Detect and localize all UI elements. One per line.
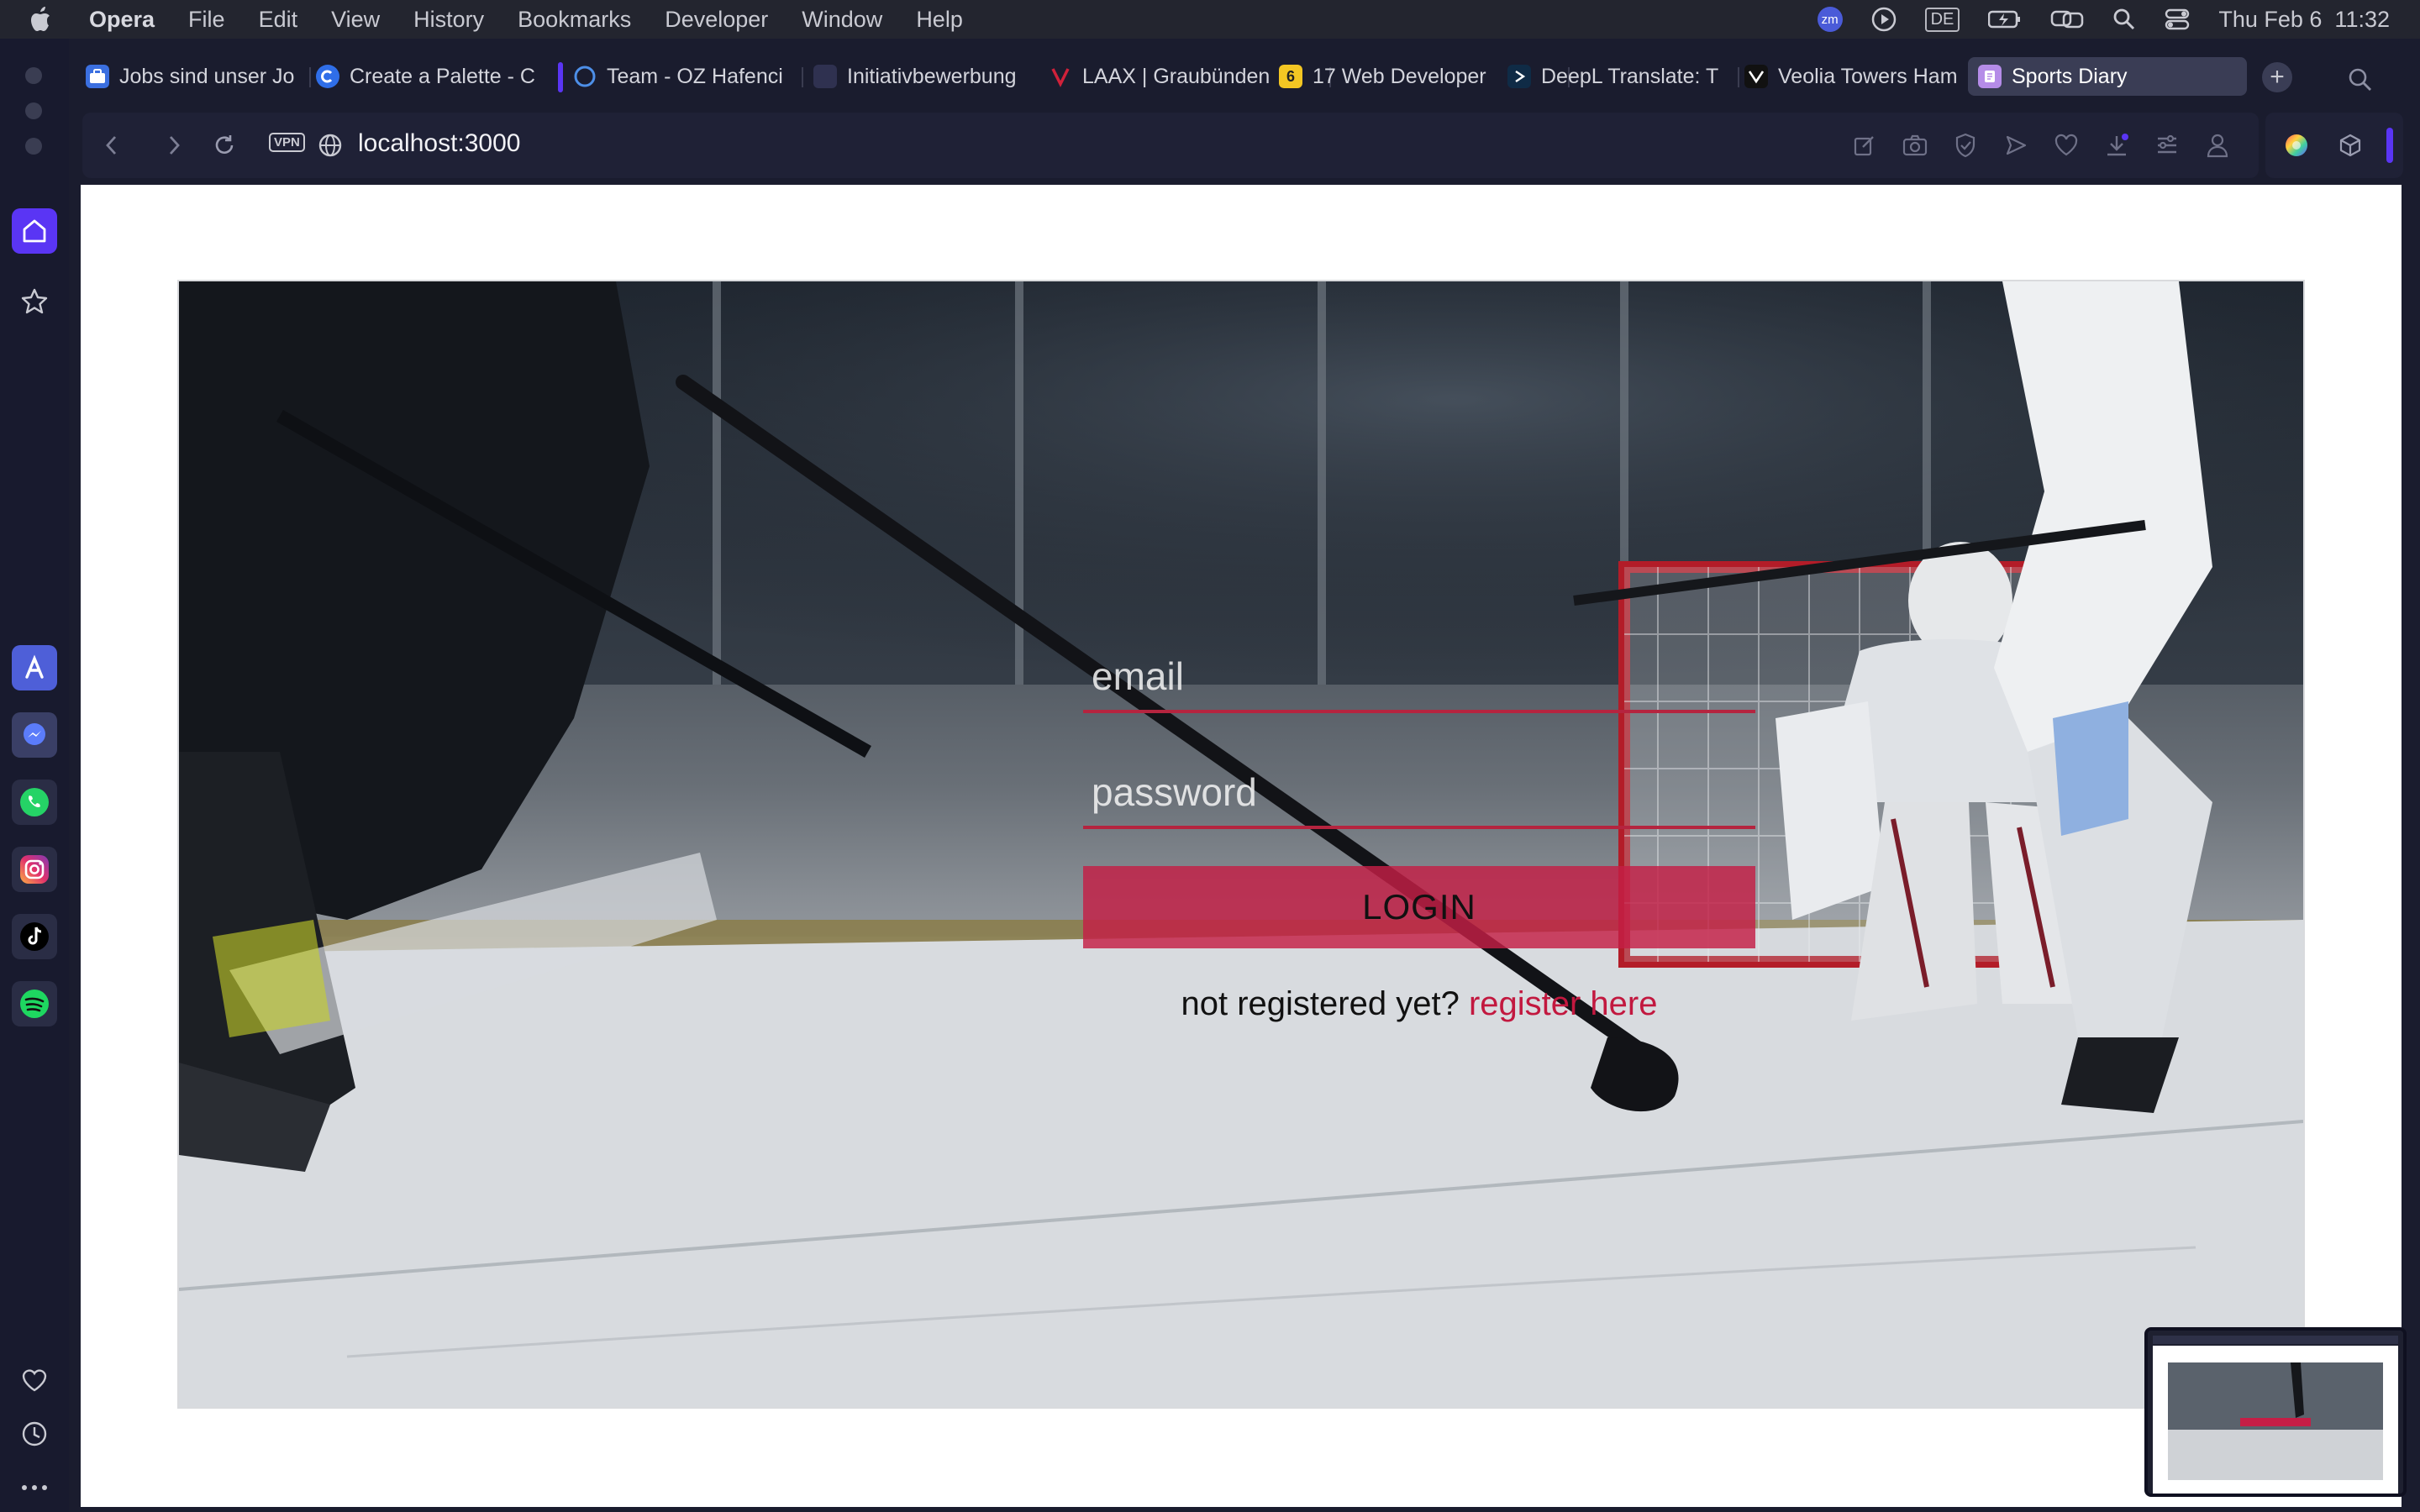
color-picker-extension-icon[interactable] [2282,131,2311,160]
spotlight-search-icon[interactable] [2112,8,2136,31]
tab-separator [802,67,803,87]
extensions-cube-icon[interactable] [2336,131,2365,160]
tab-bar: Jobs sind unser Jo Create a Palette - C … [69,50,2420,104]
opera-sidebar [0,39,69,1512]
battery-icon[interactable] [1988,9,2022,29]
menu-bar: Opera File Edit View History Bookmarks D… [0,0,2420,39]
menu-bookmarks[interactable]: Bookmarks [518,7,631,33]
tab-label: Initiativbewerbung [847,64,1017,88]
messenger-icon[interactable] [12,712,57,758]
register-prompt-text: not registered yet? [1181,985,1460,1022]
tab-sports-diary[interactable]: Sports Diary [1968,57,2247,96]
tab-17-web-developer[interactable]: 6 17 Web Developer [1279,57,1497,96]
new-tab-plus-icon[interactable]: + [2262,62,2292,92]
keyboard-layout-badge[interactable]: DE [1924,7,1960,32]
menu-file[interactable]: File [188,7,225,33]
easy-setup-icon[interactable] [2153,131,2181,160]
document-favicon-icon [813,65,837,88]
spotify-icon[interactable] [12,981,57,1026]
tab-label: Veolia Towers Ham [1778,64,1958,88]
login-form: LOGIN not registered yet? register here [1083,634,1755,1023]
veolia-favicon-icon [1744,65,1768,88]
heart-icon[interactable] [12,1357,57,1403]
url-field[interactable]: localhost:3000 [358,129,520,158]
bookmarks-star-icon[interactable] [12,279,57,324]
tab-label: Create a Palette - C [350,64,535,88]
coolors-favicon-icon [316,65,339,88]
tab-separator [1738,67,1739,87]
sidebar-toggle-indicator[interactable] [2386,128,2393,163]
page-viewport: LOGIN not registered yet? register here [81,185,2402,1507]
email-input[interactable] [1083,653,1749,700]
menu-window[interactable]: Window [802,7,882,33]
downloads-icon[interactable] [2102,131,2131,160]
window-zoom-button[interactable] [25,138,42,155]
tab-jobs[interactable]: Jobs sind unser Jo [86,57,321,96]
tab-label: DeepL Translate: T [1541,64,1719,88]
hockey-hero-image: LOGIN not registered yet? register here [177,280,2305,1409]
tab-team-oz[interactable]: Team - OZ Hafenci [573,57,797,96]
ring-favicon-icon [573,65,597,88]
whatsapp-icon[interactable] [12,780,57,825]
tab-group-indicator [558,62,563,92]
menu-view[interactable]: View [331,7,380,33]
favorite-heart-icon[interactable] [2052,131,2081,160]
menu-app-name[interactable]: Opera [89,7,155,33]
password-input[interactable] [1083,769,1749,816]
tab-search-icon[interactable] [2348,67,2373,97]
screen-mirroring-icon[interactable] [2050,8,2084,30]
more-options-icon[interactable] [12,1465,57,1510]
zoom-status-icon[interactable]: zm [1817,7,1843,32]
register-prompt-line: not registered yet? register here [1083,985,1755,1023]
play-icon[interactable] [1871,7,1897,32]
globe-icon[interactable] [314,129,346,161]
deepl-favicon-icon [1507,65,1531,88]
briefcase-favicon-icon [86,65,109,88]
window-close-button[interactable] [25,67,42,84]
diary-favicon-icon [1978,65,2002,88]
apple-icon[interactable] [30,6,64,33]
ad-blocker-shield-icon[interactable] [1951,131,1980,160]
address-bar: VPN localhost:3000 [82,113,2259,178]
menu-help[interactable]: Help [916,7,963,33]
menu-edit[interactable]: Edit [259,7,298,33]
edit-page-icon[interactable] [1850,131,1879,160]
register-link[interactable]: register here [1469,985,1658,1022]
tab-separator [309,67,311,87]
forward-arrow-icon[interactable] [158,129,190,161]
tiktok-icon[interactable] [12,914,57,959]
tab-preview-thumbnail[interactable] [2144,1327,2407,1497]
tab-label: LAAX | Graubünden [1082,64,1270,88]
page-preview-image [2148,1331,2403,1494]
history-clock-icon[interactable] [12,1411,57,1457]
tab-label: 17 Web Developer [1313,64,1486,88]
laax-favicon-icon [1049,65,1072,88]
reload-icon[interactable] [208,129,240,161]
tab-veolia[interactable]: Veolia Towers Ham [1744,57,1960,96]
send-arrow-icon[interactable] [2002,131,2030,160]
clock-datetime[interactable]: Thu Feb 6 11:32 [2218,7,2390,33]
window-minimize-button[interactable] [25,102,42,119]
status-area: zm DE Thu Feb 6 11:32 [1817,0,2390,39]
login-button[interactable]: LOGIN [1083,866,1755,948]
profile-icon[interactable] [2203,131,2232,160]
password-field-wrapper [1083,750,1755,829]
menu-history[interactable]: History [413,7,484,33]
tab-create-palette[interactable]: Create a Palette - C [316,57,541,96]
vpn-badge[interactable]: VPN [269,133,305,152]
extensions-area [2265,113,2403,178]
home-icon[interactable] [12,208,57,254]
menu-developer[interactable]: Developer [665,7,768,33]
aria-app-icon[interactable] [12,645,57,690]
tab-label: Jobs sind unser Jo [119,64,295,88]
email-field-wrapper [1083,634,1755,713]
control-center-icon[interactable] [2165,8,2190,31]
tab-deepl[interactable]: DeepL Translate: T [1507,57,1731,96]
back-arrow-icon[interactable] [96,129,128,161]
medal-favicon-icon: 6 [1279,65,1302,88]
instagram-icon[interactable] [12,847,57,892]
tab-label: Sports Diary [2012,64,2128,88]
tab-label: Team - OZ Hafenci [607,64,783,88]
snapshot-camera-icon[interactable] [1901,131,1929,160]
